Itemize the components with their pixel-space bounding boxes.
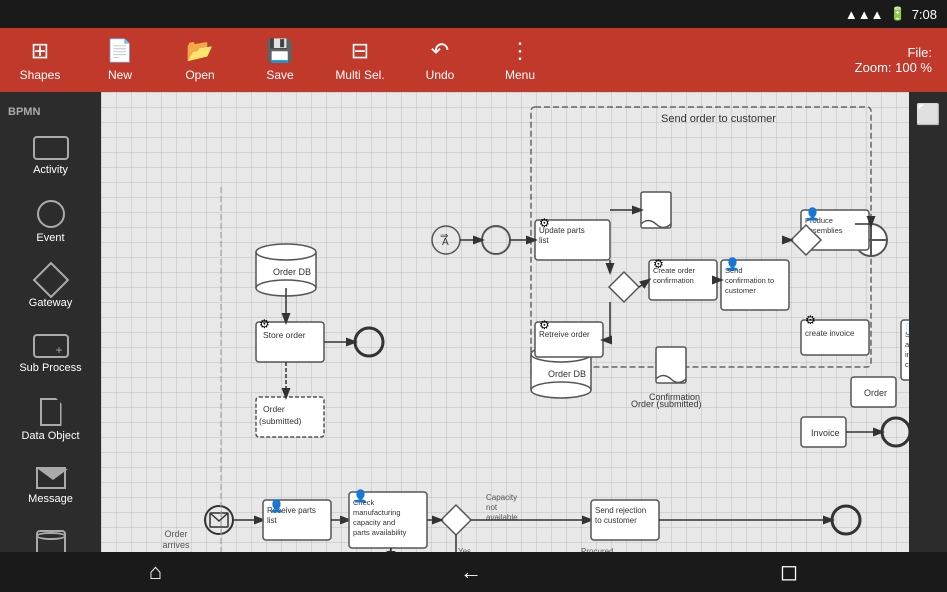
menu-label: Menu: [505, 68, 535, 82]
canvas-area[interactable]: Send order to customer Order arrives Rec…: [101, 92, 909, 592]
svg-text:Capacity: Capacity: [486, 493, 517, 502]
dataobject-label: Data Object: [21, 430, 79, 442]
time-display: 7:08: [912, 7, 937, 22]
svg-text:Confirmation: Confirmation: [649, 392, 700, 402]
svg-text:⚙: ⚙: [259, 317, 270, 331]
svg-text:confirmation: confirmation: [653, 276, 694, 285]
new-label: New: [108, 68, 132, 82]
sidebar-item-dataobject[interactable]: Data Object: [6, 388, 96, 452]
multisel-button[interactable]: ⊟ Multi Sel.: [320, 28, 400, 92]
bpmn-diagram[interactable]: Send order to customer Order arrives Rec…: [101, 92, 909, 592]
svg-text:list: list: [539, 236, 550, 245]
svg-text:Order: Order: [263, 404, 285, 414]
svg-text:create invoice: create invoice: [805, 329, 855, 338]
event-label: Event: [36, 232, 64, 244]
svg-text:⚙: ⚙: [539, 216, 550, 230]
svg-text:⚙: ⚙: [805, 313, 816, 327]
save-button[interactable]: 💾 Save: [240, 28, 320, 92]
sidebar-item-subprocess[interactable]: Sub Process: [6, 322, 96, 386]
svg-text:👤: 👤: [269, 499, 284, 513]
sidebar-item-gateway[interactable]: Gateway: [6, 256, 96, 320]
activity-label: Activity: [33, 164, 68, 176]
svg-text:(submitted): (submitted): [259, 416, 302, 426]
svg-text:manufacturing: manufacturing: [353, 508, 401, 517]
battery-icon: 🔋: [890, 6, 906, 22]
status-icons: ▲▲▲ 🔋 7:08: [845, 6, 937, 22]
sidebar-item-message[interactable]: Message: [6, 454, 96, 518]
sidebar-item-activity[interactable]: Activity: [6, 124, 96, 188]
sidebar-item-event[interactable]: Event: [6, 190, 96, 254]
svg-text:⚙: ⚙: [539, 318, 550, 332]
subprocess-title-label: Send order to customer: [661, 113, 776, 125]
save-icon: 💾: [266, 38, 293, 64]
gateway-shape-icon: [32, 262, 69, 299]
sidebar-title: BPMN: [0, 100, 101, 124]
sidebar: BPMN Activity Event Gateway Sub Process …: [0, 92, 101, 592]
zoom-label: Zoom: 100 %: [855, 60, 932, 75]
bottom-bar: ⌂ ← ◻: [0, 552, 947, 592]
wifi-icon: ▲▲▲: [845, 7, 884, 22]
subprocess-shape-icon: [33, 334, 69, 358]
status-bar: ▲▲▲ 🔋 7:08: [0, 0, 947, 28]
shapes-button[interactable]: ⊞ Shapes: [0, 28, 80, 92]
new-icon: 📄: [106, 38, 133, 64]
svg-text:Order DB: Order DB: [273, 267, 311, 277]
recent-button[interactable]: ◻: [780, 559, 798, 585]
open-label: Open: [185, 68, 214, 82]
svg-text:list: list: [267, 516, 278, 525]
svg-text:capacity and: capacity and: [353, 518, 395, 527]
svg-text:⇒: ⇒: [440, 231, 448, 242]
home-button[interactable]: ⌂: [149, 559, 162, 585]
open-button[interactable]: 📂 Open: [160, 28, 240, 92]
file-label: File:: [855, 45, 932, 60]
new-button[interactable]: 📄 New: [80, 28, 160, 92]
multisel-label: Multi Sel.: [335, 68, 384, 82]
svg-text:👤: 👤: [725, 257, 740, 271]
dataobject-shape-icon: [40, 398, 62, 426]
message-label: Message: [28, 493, 73, 505]
undo-icon: ↶: [431, 38, 449, 64]
file-info: File: Zoom: 100 %: [855, 45, 947, 75]
toolbar: ⊞ Shapes 📄 New 📂 Open 💾 Save ⊟ Multi Sel…: [0, 28, 947, 92]
menu-button[interactable]: ⋮ Menu: [480, 28, 560, 92]
svg-text:parts availability: parts availability: [353, 528, 407, 537]
svg-text:not: not: [486, 503, 498, 512]
svg-text:Send rejection: Send rejection: [595, 506, 646, 515]
shapes-icon: ⊞: [31, 38, 49, 64]
shapes-label: Shapes: [20, 68, 61, 82]
multisel-icon: ⊟: [351, 38, 369, 64]
svg-text:to customer: to customer: [595, 516, 637, 525]
expand-button[interactable]: ⬜: [916, 102, 941, 127]
undo-button[interactable]: ↶ Undo: [400, 28, 480, 92]
message-shape-icon: [36, 467, 66, 489]
event-shape-icon: [37, 200, 65, 228]
undo-label: Undo: [426, 68, 455, 82]
open-icon: 📂: [186, 38, 213, 64]
svg-text:confirmation to: confirmation to: [725, 276, 774, 285]
back-button[interactable]: ←: [460, 559, 482, 585]
right-controls: ⬜: [909, 92, 947, 592]
subprocess-label: Sub Process: [19, 362, 81, 374]
save-label: Save: [266, 68, 293, 82]
svg-text:Order DB: Order DB: [548, 369, 586, 379]
svg-text:Order: Order: [864, 388, 887, 398]
activity-shape-icon: [33, 136, 69, 160]
svg-text:Store order: Store order: [263, 330, 306, 340]
svg-text:👤: 👤: [353, 489, 368, 503]
menu-icon: ⋮: [509, 38, 531, 64]
svg-text:👤: 👤: [805, 207, 820, 221]
svg-text:Order: Order: [164, 529, 187, 539]
svg-text:⚙: ⚙: [653, 257, 664, 271]
svg-text:Invoice: Invoice: [811, 428, 840, 438]
svg-text:customer: customer: [725, 286, 756, 295]
svg-text:arrives: arrives: [162, 540, 190, 550]
